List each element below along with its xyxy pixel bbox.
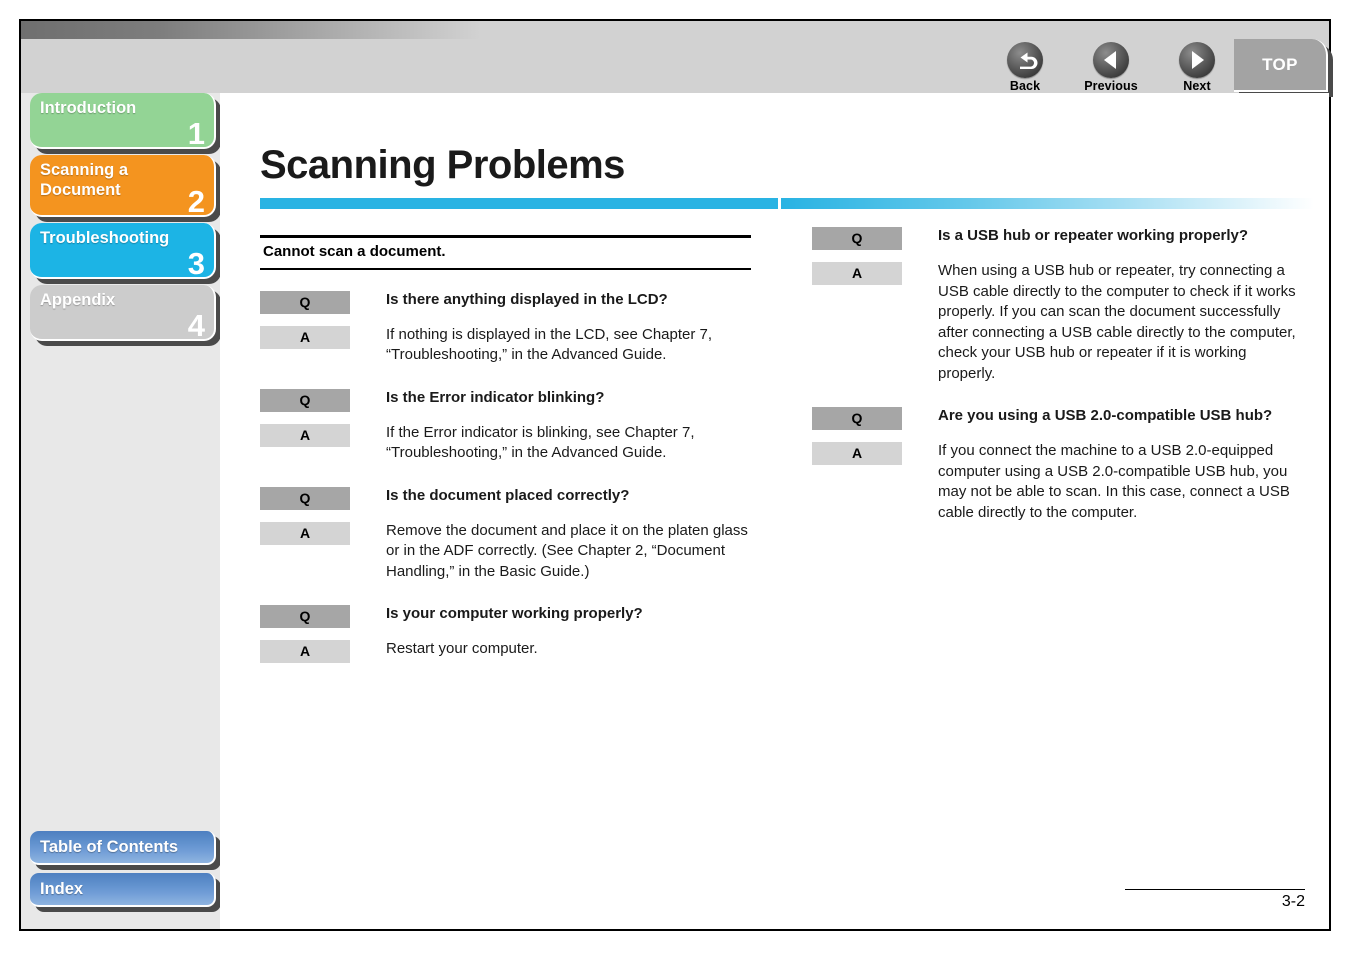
previous-triangle-icon	[1093, 42, 1129, 78]
q-badge: Q	[260, 388, 350, 412]
title-accent-rule	[260, 198, 1314, 209]
index-label: Index	[40, 879, 84, 898]
qa-answer-row: A If the Error indicator is blinking, se…	[260, 423, 755, 464]
qa-question-row: Q Is the document placed correctly?	[260, 486, 755, 510]
section-heading-block: Cannot scan a document.	[260, 235, 755, 270]
qa-question-text: Is the document placed correctly?	[386, 486, 630, 504]
qa-question-row: Q Are you using a USB 2.0-compatible USB…	[812, 406, 1307, 430]
table-of-contents-button[interactable]: Table of Contents	[30, 831, 221, 870]
previous-button[interactable]: Previous	[1082, 39, 1140, 93]
sidebar-item-label: Scanning a Document	[40, 161, 129, 199]
a-badge: A	[260, 325, 350, 349]
qa-question-row: Q Is a USB hub or repeater working prope…	[812, 226, 1307, 250]
document-page-frame: Back Previous Next TOP Introduction 1 Sc…	[19, 19, 1333, 931]
sidebar-item-label: Introduction	[40, 99, 137, 117]
left-column: Cannot scan a document. Q Is there anyth…	[260, 235, 755, 674]
a-badge: A	[260, 640, 350, 663]
sidebar-item-number: 4	[187, 308, 205, 343]
back-button-label: Back	[1009, 79, 1041, 93]
sidebar-item-number: 1	[187, 116, 205, 151]
qa-question-text: Is your computer working properly?	[386, 605, 643, 622]
section-rule-bottom	[260, 268, 751, 270]
next-button-label: Next	[1183, 79, 1211, 93]
button-face: Index	[30, 873, 216, 907]
sidebar-item-number: 3	[187, 246, 205, 281]
sidebar: Introduction 1 Scanning a Document 2 Tro…	[21, 93, 221, 929]
qa-answer-text: When using a USB hub or repeater, try co…	[938, 262, 1296, 382]
qa-answer-text: Restart your computer.	[386, 640, 538, 657]
a-badge: A	[260, 521, 350, 545]
header-gradient-strip	[21, 21, 481, 39]
a-badge: A	[260, 423, 350, 447]
header-gradient-strip-right	[481, 21, 1329, 39]
q-badge: Q	[812, 407, 902, 430]
qa-answer-row: A Remove the document and place it on th…	[260, 521, 755, 583]
qa-answer-text: If the Error indicator is blinking, see …	[386, 423, 695, 462]
sidebar-item-appendix[interactable]: Appendix 4	[30, 285, 221, 346]
qa-answer-text: If nothing is displayed in the LCD, see …	[386, 325, 713, 364]
sidebar-bottom-buttons: Table of Contents Index	[21, 831, 221, 915]
top-button[interactable]: TOP	[1234, 39, 1333, 97]
previous-button-label: Previous	[1084, 79, 1138, 93]
navigation-buttons: Back Previous Next	[996, 39, 1226, 93]
button-face: Table of Contents	[30, 831, 216, 865]
sidebar-item-troubleshooting[interactable]: Troubleshooting 3	[30, 223, 221, 284]
qa-answer-text: If you connect the machine to a USB 2.0-…	[938, 442, 1290, 521]
qa-question-text: Is there anything displayed in the LCD?	[386, 290, 668, 308]
qa-question-row: Q Is the Error indicator blinking?	[260, 388, 755, 412]
back-button[interactable]: Back	[996, 39, 1054, 93]
qa-question-row: Q Is there anything displayed in the LCD…	[260, 290, 755, 314]
sidebar-item-label: Troubleshooting	[40, 229, 170, 247]
main-content: Scanning Problems Cannot scan a document…	[220, 93, 1329, 929]
section-heading: Cannot scan a document.	[263, 243, 446, 260]
a-badge: A	[812, 442, 902, 465]
sidebar-tab-face: Introduction 1	[30, 93, 216, 149]
sidebar-item-introduction[interactable]: Introduction 1	[30, 93, 221, 154]
next-triangle-icon	[1179, 42, 1215, 78]
qa-answer-row: A Restart your computer.	[260, 639, 755, 663]
a-badge: A	[812, 262, 902, 285]
qa-answer-text: Remove the document and place it on the …	[386, 521, 748, 580]
q-badge: Q	[260, 605, 350, 628]
qa-answer-row: A If you connect the machine to a USB 2.…	[812, 441, 1307, 523]
page-title: Scanning Problems	[260, 143, 625, 187]
table-of-contents-label: Table of Contents	[40, 837, 179, 856]
footer-rule	[1125, 888, 1305, 890]
back-arrow-icon	[1007, 42, 1043, 78]
title-accent-rule-gradient	[781, 198, 1314, 209]
sidebar-tab-face: Troubleshooting 3	[30, 223, 216, 279]
qa-question-row: Q Is your computer working properly?	[260, 604, 755, 628]
top-button-face: TOP	[1234, 39, 1328, 92]
header-bar: Back Previous Next TOP	[21, 21, 1333, 97]
top-button-label: TOP	[1262, 54, 1298, 74]
qa-question-text: Is the Error indicator blinking?	[386, 388, 605, 406]
qa-answer-row: A When using a USB hub or repeater, try …	[812, 261, 1307, 384]
sidebar-item-scanning-a-document[interactable]: Scanning a Document 2	[30, 155, 221, 222]
q-badge: Q	[260, 290, 350, 314]
sidebar-item-number: 2	[187, 184, 205, 219]
page-number: 3-2	[1281, 893, 1305, 910]
sidebar-tab-face: Scanning a Document 2	[30, 155, 216, 217]
q-badge: Q	[260, 486, 350, 510]
next-button[interactable]: Next	[1168, 39, 1226, 93]
qa-question-text: Is a USB hub or repeater working properl…	[938, 227, 1249, 244]
qa-question-text: Are you using a USB 2.0-compatible USB h…	[938, 407, 1273, 424]
title-accent-rule-solid	[260, 198, 778, 209]
index-button[interactable]: Index	[30, 873, 221, 912]
qa-answer-row: A If nothing is displayed in the LCD, se…	[260, 325, 755, 366]
sidebar-tab-face: Appendix 4	[30, 285, 216, 341]
right-column: Q Is a USB hub or repeater working prope…	[812, 226, 1307, 534]
footer-page-number-block: 3-2	[1125, 888, 1305, 912]
sidebar-item-label: Appendix	[40, 291, 116, 309]
q-badge: Q	[812, 227, 902, 250]
